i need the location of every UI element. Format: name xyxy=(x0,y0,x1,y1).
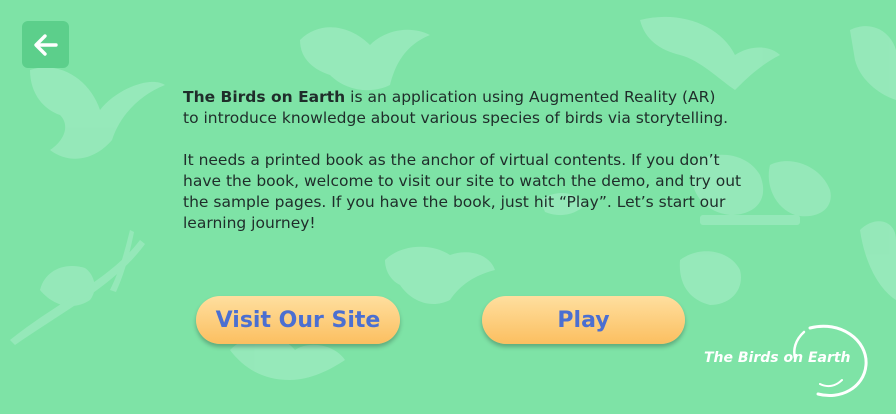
intro-paragraph: The Birds on Earth is an application usi… xyxy=(183,87,743,129)
brand-logo: The Birds on Earth xyxy=(700,320,875,400)
brand-logo-text: The Birds on Earth xyxy=(704,350,851,366)
visit-our-site-button[interactable]: Visit Our Site xyxy=(196,296,400,344)
arrow-left-icon xyxy=(33,33,58,56)
bird-silhouette xyxy=(850,26,896,101)
intro-line-2: to introduce knowledge about various spe… xyxy=(183,109,729,127)
bird-silhouette xyxy=(679,251,741,305)
bird-silhouette xyxy=(300,27,430,91)
bird-silhouette xyxy=(860,221,896,300)
instructions-paragraph: It needs a printed book as the anchor of… xyxy=(183,151,742,232)
app-description: The Birds on Earth is an application usi… xyxy=(183,87,743,255)
bird-silhouette xyxy=(30,67,165,159)
back-button[interactable] xyxy=(22,21,69,68)
bird-silhouette xyxy=(768,161,831,217)
bird-silhouette xyxy=(640,16,780,90)
bird-silhouette xyxy=(385,246,495,305)
app-name: The Birds on Earth xyxy=(183,88,346,106)
play-button[interactable]: Play xyxy=(482,296,685,344)
intro-line-1: is an application using Augmented Realit… xyxy=(345,88,716,106)
